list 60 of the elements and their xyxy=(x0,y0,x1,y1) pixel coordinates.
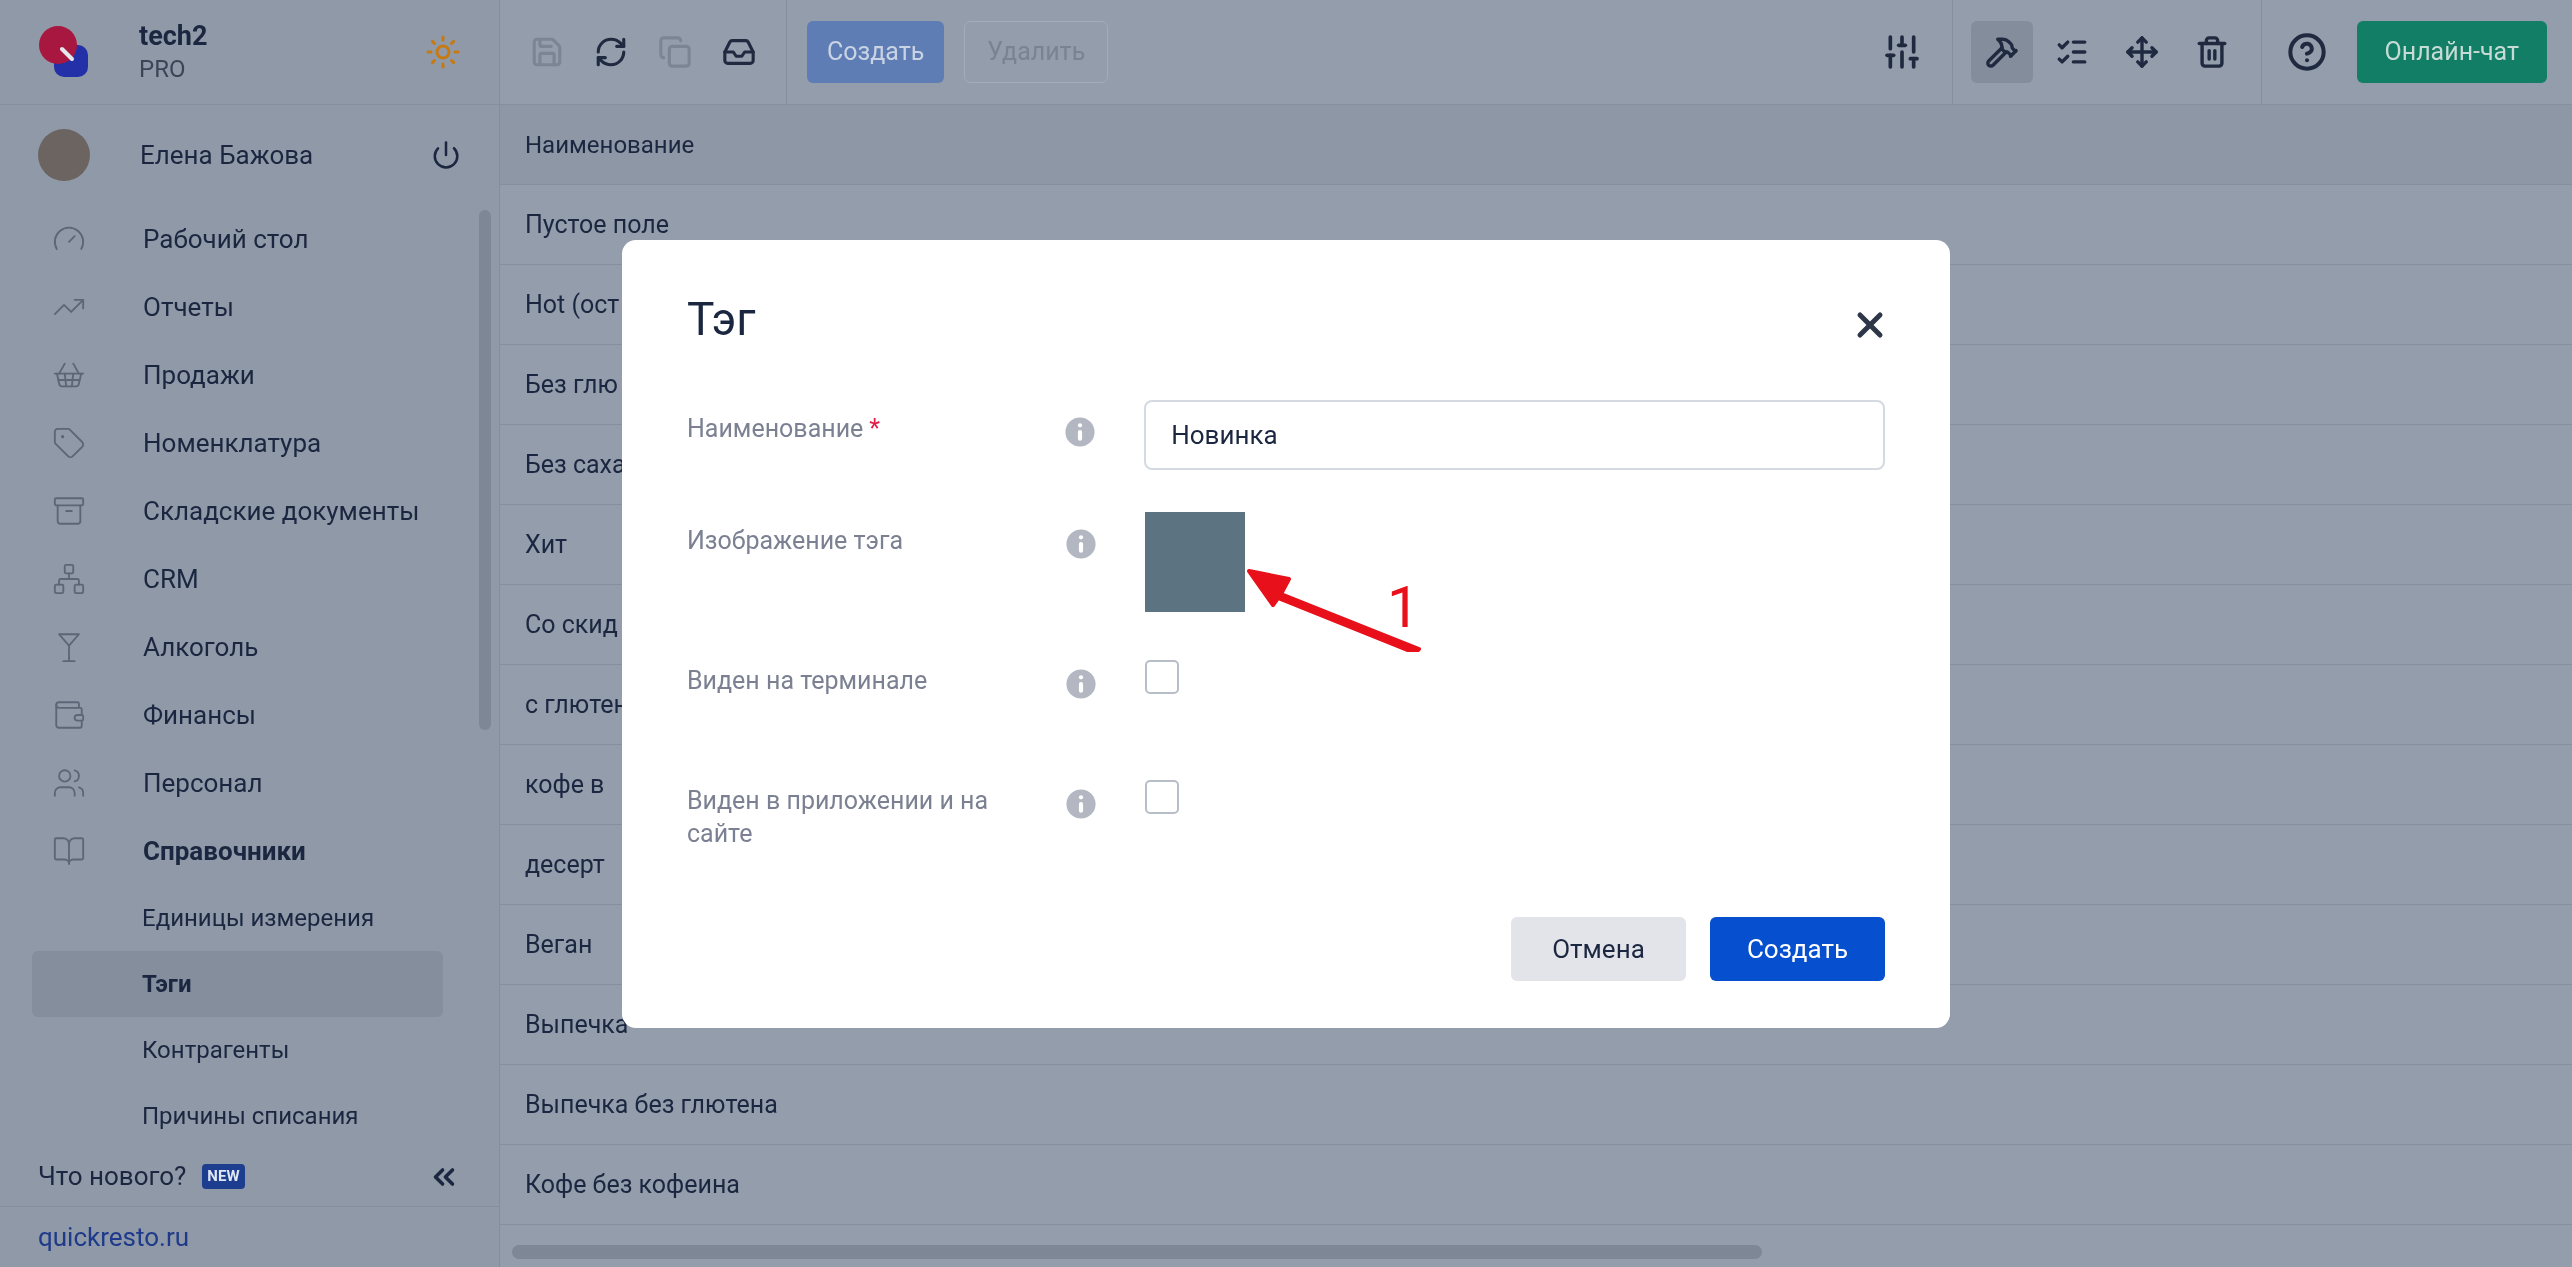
table-cell-text: Кофе без кофеина xyxy=(525,1168,740,1201)
annotation-number: 1 xyxy=(1387,578,1420,636)
field-label: Виден на терминале xyxy=(687,665,928,697)
table-cell-text: кофе в xyxy=(525,768,605,801)
nav-subitem[interactable]: Причины списания xyxy=(32,1083,443,1147)
archive-box-icon xyxy=(52,494,86,528)
table-cell-text: Без глю xyxy=(525,368,618,401)
dialog-title: Тэг xyxy=(687,291,756,348)
nav-subitem[interactable]: Контрагенты xyxy=(32,1017,443,1083)
table-cell-text: Со скид xyxy=(525,608,618,641)
nav-subitem[interactable]: Тэги xyxy=(32,951,443,1017)
table-cell-text: Хит xyxy=(525,528,568,561)
required-mark: * xyxy=(869,413,881,445)
table-cell-text: десерт xyxy=(525,848,605,881)
nav-subitem[interactable]: Единицы измерения xyxy=(32,885,443,951)
create-button[interactable]: Создать xyxy=(807,21,945,83)
user-name: Елена Бажова xyxy=(140,138,314,172)
refresh-icon[interactable] xyxy=(594,35,628,69)
hammer-icon xyxy=(1984,35,2019,69)
new-badge: NEW xyxy=(202,1164,245,1189)
nav-item[interactable]: Складские документы xyxy=(0,477,475,545)
site-link[interactable]: quickresto.ru xyxy=(38,1217,190,1257)
hierarchy-icon xyxy=(52,562,86,596)
checkbox[interactable] xyxy=(1145,780,1179,814)
tag-icon xyxy=(52,426,86,460)
move-icon xyxy=(2124,35,2159,69)
nav-item[interactable]: Алкоголь xyxy=(0,613,475,681)
checkbox[interactable] xyxy=(1145,660,1179,694)
plan-label: PRO xyxy=(139,53,187,84)
column-header[interactable]: Наименование xyxy=(525,126,695,163)
table-cell-text: Пустое поле xyxy=(525,208,670,241)
tool-button[interactable] xyxy=(1970,21,2033,83)
help-icon[interactable] xyxy=(2286,32,2327,72)
name-input[interactable]: Новинка xyxy=(1144,400,1885,470)
nav-item[interactable]: Справочники xyxy=(0,817,475,885)
create-button[interactable]: Создать xyxy=(1710,917,1885,981)
table-cell-text: Выпечка xyxy=(525,1008,629,1041)
nav-item[interactable]: Номенклатура xyxy=(0,409,475,477)
whats-new-link[interactable]: Что нового? xyxy=(38,1157,187,1196)
nav-item[interactable]: Финансы xyxy=(0,681,475,749)
logout-icon[interactable] xyxy=(431,140,461,170)
field-label: Наименование xyxy=(687,413,864,445)
table-cell-text: Веган xyxy=(525,928,593,961)
nav-item[interactable]: CRM xyxy=(0,545,475,613)
table-cell-text: Выпечка без глютена xyxy=(525,1088,778,1121)
cancel-button[interactable]: Отмена xyxy=(1511,917,1686,981)
wallet-icon xyxy=(52,698,86,732)
nav-item[interactable]: Персонал xyxy=(0,749,475,817)
nav-item[interactable]: Продажи xyxy=(0,341,475,409)
online-chat-button[interactable]: Онлайн-чат xyxy=(2356,21,2547,83)
avatar xyxy=(38,129,90,181)
tag-color-swatch[interactable] xyxy=(1145,512,1245,612)
people-icon xyxy=(52,766,86,800)
app-name: tech2 xyxy=(139,20,208,54)
theme-toggle-icon[interactable] xyxy=(425,34,461,70)
table-cell-text: Hot (ост xyxy=(525,288,620,321)
field-label: Виден в приложении и на сайте xyxy=(687,785,990,850)
field-label: Изображение тэга xyxy=(687,525,904,557)
nav-item[interactable]: Отчеты xyxy=(0,273,475,341)
nav-item[interactable]: Рабочий стол xyxy=(0,205,475,273)
